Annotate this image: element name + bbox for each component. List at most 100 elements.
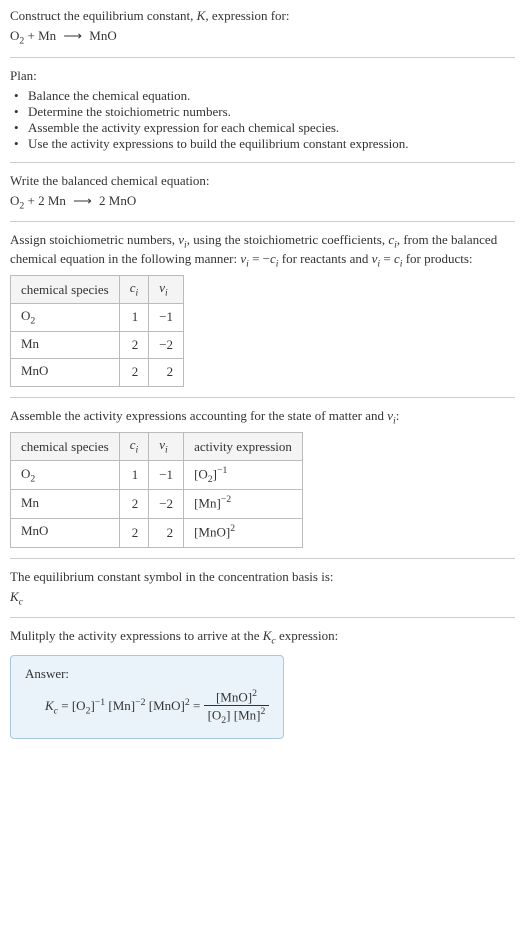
- K-symbol: K: [10, 589, 19, 604]
- answer-label: Answer:: [25, 666, 269, 682]
- bal-o2: O: [10, 193, 19, 208]
- cell-nu: 2: [149, 359, 184, 387]
- answer-wrapper: Answer: Kc = [O2]−1 [Mn]−2 [MnO]2 = [MnO…: [10, 655, 515, 739]
- assign-text: Assign stoichiometric numbers, νi, using…: [10, 232, 515, 269]
- question-title: Construct the equilibrium constant, K, e…: [10, 8, 515, 24]
- ae-sup: −1: [217, 465, 227, 476]
- fbot-sup: 2: [260, 706, 265, 717]
- answer-box: Answer: Kc = [O2]−1 [Mn]−2 [MnO]2 = [MnO…: [10, 655, 284, 739]
- frac-bot: [O2] [Mn]2: [204, 706, 270, 726]
- fbot-a: [O: [208, 708, 222, 723]
- cell-c: 1: [119, 460, 149, 489]
- stoich-table: chemical species ci νi O2 1 −1 Mn 2 −2 M…: [10, 275, 184, 386]
- eq-rhs: MnO: [86, 28, 117, 43]
- balanced-equation: O2 + 2 Mn ⟶ 2 MnO: [10, 193, 515, 212]
- final-b: expression:: [276, 628, 338, 643]
- ae-sup: 2: [230, 523, 235, 534]
- K-symbol: K: [45, 698, 54, 713]
- sp-a: Mn: [21, 495, 39, 510]
- symbol-line1: The equilibrium constant symbol in the c…: [10, 569, 515, 585]
- t3a: [MnO]: [146, 698, 185, 713]
- table-row: Mn 2 −2: [11, 331, 184, 359]
- answer-equation: Kc = [O2]−1 [Mn]−2 [MnO]2 = [MnO]2[O2] […: [25, 688, 269, 726]
- table-row: MnO 2 2 [MnO]2: [11, 518, 303, 547]
- ae-sup: −2: [221, 494, 231, 505]
- sp-a: O: [21, 466, 30, 481]
- nu-hdr-sub: i: [165, 445, 168, 456]
- bal-rhs: 2 MnO: [96, 193, 136, 208]
- t2a: [Mn]: [105, 698, 135, 713]
- th-ae: activity expression: [184, 433, 303, 461]
- table-row: O2 1 −1: [11, 303, 184, 331]
- cell-species: Mn: [11, 489, 120, 518]
- cell-species: MnO: [11, 359, 120, 387]
- cell-c: 2: [119, 518, 149, 547]
- nu-hdr-sub: i: [165, 288, 168, 299]
- c-hdr-sub: i: [136, 288, 139, 299]
- cell-c: 2: [119, 489, 149, 518]
- cell-species: O2: [11, 303, 120, 331]
- title-text-pre: Construct the equilibrium constant,: [10, 8, 197, 23]
- th-c: ci: [119, 276, 149, 304]
- eq-plus: + Mn: [24, 28, 59, 43]
- th-nu: νi: [149, 433, 184, 461]
- arrow-icon: ⟶: [69, 193, 96, 209]
- plan-item: Use the activity expressions to build th…: [10, 136, 515, 152]
- table-header-row: chemical species ci νi activity expressi…: [11, 433, 303, 461]
- Kc-sub: c: [19, 596, 23, 607]
- cell-species: MnO: [11, 518, 120, 547]
- table-row: Mn 2 −2 [Mn]−2: [11, 489, 303, 518]
- balanced-intro: Write the balanced chemical equation:: [10, 173, 515, 189]
- c-hdr-sub: i: [136, 445, 139, 456]
- cell-c: 2: [119, 331, 149, 359]
- sp-a: MnO: [21, 363, 48, 378]
- assign-a: Assign stoichiometric numbers,: [10, 232, 178, 247]
- title-text-post: , expression for:: [205, 8, 289, 23]
- cell-nu: −1: [149, 303, 184, 331]
- cell-ae: [MnO]2: [184, 518, 303, 547]
- fraction: [MnO]2[O2] [Mn]2: [204, 688, 270, 726]
- th-species: chemical species: [11, 433, 120, 461]
- th-nu: νi: [149, 276, 184, 304]
- sp-a: Mn: [21, 336, 39, 351]
- sp-sub: 2: [30, 473, 35, 484]
- eq-o2: O: [10, 28, 19, 43]
- cell-ae: [O2]−1: [184, 460, 303, 489]
- plan-list: Balance the chemical equation. Determine…: [10, 88, 515, 152]
- cell-nu: 2: [149, 518, 184, 547]
- th-species: chemical species: [11, 276, 120, 304]
- rel1a: = −: [249, 251, 270, 266]
- t2sup: −2: [135, 697, 145, 708]
- assign-b: , using the stoichiometric coefficients,: [187, 232, 389, 247]
- table-header-row: chemical species ci νi: [11, 276, 184, 304]
- eq-sign: =: [58, 698, 72, 713]
- rel1b: for reactants and: [279, 251, 372, 266]
- ftop: [MnO]: [216, 689, 252, 704]
- ae-a: [MnO: [194, 524, 226, 539]
- bal-plus: + 2 Mn: [24, 193, 69, 208]
- question-section: Construct the equilibrium constant, K, e…: [10, 8, 515, 57]
- ae-a: [O: [194, 466, 208, 481]
- symbol-section: The equilibrium constant symbol in the c…: [10, 558, 515, 618]
- cell-ae: [Mn]−2: [184, 489, 303, 518]
- activity-intro: Assemble the activity expressions accoun…: [10, 408, 515, 427]
- cell-c: 2: [119, 359, 149, 387]
- symbol-kc: Kc: [10, 589, 515, 608]
- sp-sub: 2: [30, 316, 35, 327]
- rel2a: =: [380, 251, 394, 266]
- rel2b: for products:: [402, 251, 472, 266]
- balanced-section: Write the balanced chemical equation: O2…: [10, 162, 515, 222]
- cell-nu: −2: [149, 331, 184, 359]
- sp-a: O: [21, 308, 30, 323]
- assign-section: Assign stoichiometric numbers, νi , using…: [10, 221, 515, 397]
- cell-nu: −2: [149, 489, 184, 518]
- cell-c: 1: [119, 303, 149, 331]
- fbot-b: ] [Mn]: [226, 708, 260, 723]
- th-c: ci: [119, 433, 149, 461]
- t1sup: −1: [95, 697, 105, 708]
- act-a: Assemble the activity expressions accoun…: [10, 408, 387, 423]
- plan-label: Plan:: [10, 68, 515, 84]
- frac-top: [MnO]2: [204, 688, 270, 706]
- table-row: O2 1 −1 [O2]−1: [11, 460, 303, 489]
- ae-a: [Mn: [194, 495, 216, 510]
